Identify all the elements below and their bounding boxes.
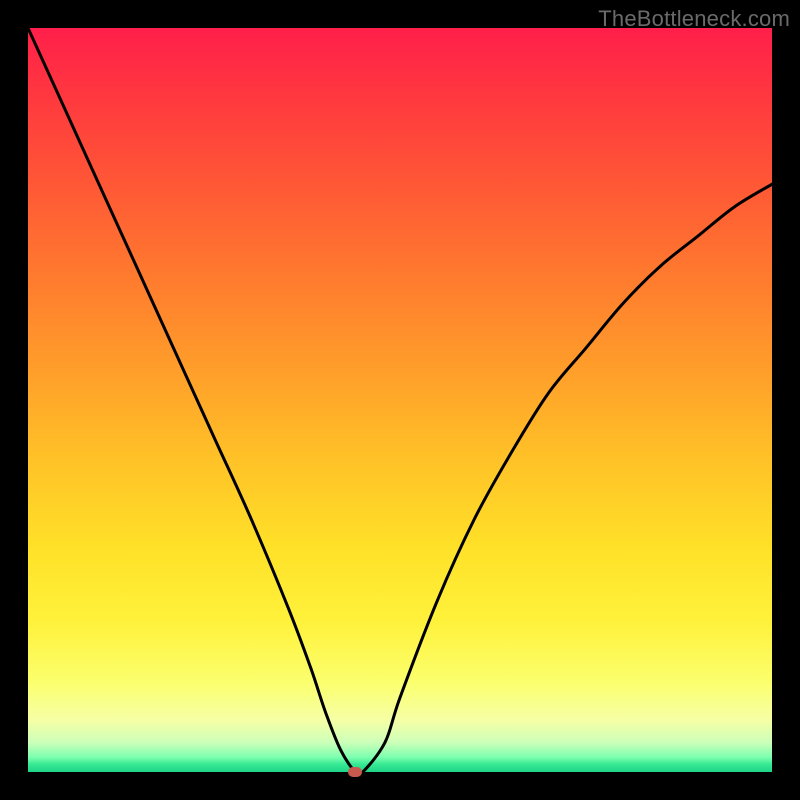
plot-area <box>28 28 772 772</box>
bottleneck-curve <box>28 28 772 772</box>
watermark-text: TheBottleneck.com <box>598 6 790 32</box>
optimum-marker <box>348 767 362 777</box>
chart-frame: TheBottleneck.com <box>0 0 800 800</box>
